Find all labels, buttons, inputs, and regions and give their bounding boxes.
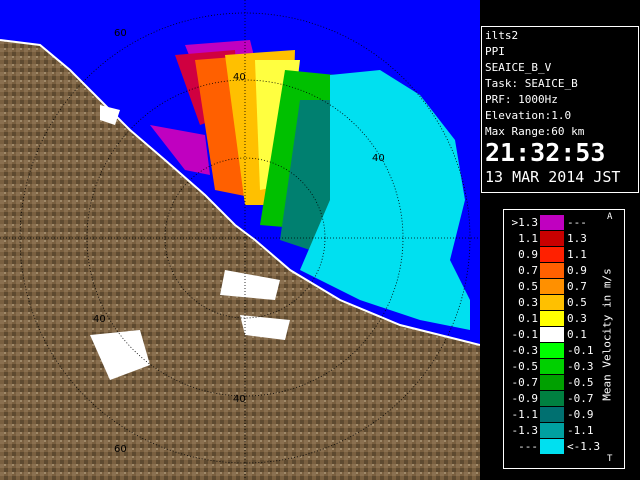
legend-bottom-marker: T bbox=[607, 454, 613, 464]
legend-upper-bound: 0.9 bbox=[567, 264, 587, 277]
scan-name: SEAICE_B_V bbox=[485, 61, 552, 74]
radar-map: 60 40 40 40 40 60 bbox=[0, 0, 480, 480]
legend-lower-bound: >1.3 bbox=[511, 216, 539, 229]
legend-top-marker: A bbox=[607, 212, 613, 222]
legend-swatch bbox=[540, 279, 564, 294]
legend-lower-bound: 0.5 bbox=[518, 280, 538, 293]
legend-swatch bbox=[540, 391, 564, 406]
legend-lower-bound: 0.1 bbox=[518, 312, 538, 325]
station-name: ilts2 bbox=[485, 29, 519, 42]
legend-swatch bbox=[540, 343, 564, 358]
legend-upper-bound: -1.1 bbox=[567, 424, 594, 437]
legend-lower-bound: -0.3 bbox=[511, 344, 539, 357]
legend-upper-bound: --- bbox=[567, 216, 587, 229]
range-label-40-s: 40 bbox=[233, 394, 246, 405]
scan-time: 21:32:53 bbox=[485, 138, 606, 167]
legend-upper-bound: -0.1 bbox=[567, 344, 594, 357]
legend-lower-bound: 0.9 bbox=[518, 248, 538, 261]
legend-lower-bound: 0.3 bbox=[518, 296, 538, 309]
legend-upper-bound: 0.1 bbox=[567, 328, 587, 341]
max-range-value: Max Range:60 km bbox=[485, 125, 585, 138]
legend-swatch bbox=[540, 311, 564, 326]
radar-ppi-view[interactable]: 60 40 40 40 40 60 bbox=[0, 0, 480, 480]
legend-swatch bbox=[540, 215, 564, 230]
legend-swatch bbox=[540, 375, 564, 390]
legend-swatch bbox=[540, 439, 564, 454]
range-label-40-e: 40 bbox=[372, 153, 385, 164]
legend-lower-bound: 1.1 bbox=[518, 232, 538, 245]
legend-title-text: Mean Velocity in m/s bbox=[600, 268, 614, 401]
legend-lower-bound: 0.7 bbox=[518, 264, 538, 277]
legend-swatch bbox=[540, 231, 564, 246]
product-type: PPI bbox=[485, 45, 505, 58]
legend-upper-bound: -0.9 bbox=[567, 408, 594, 421]
scan-date: 13 MAR 2014 JST bbox=[485, 168, 621, 186]
velocity-legend: >1.3 --- 1.1 1.3 0.9 1.1 0.7 0.9 0.5 0.7 0.3 0.5 0.1… bbox=[503, 209, 625, 469]
legend-swatch bbox=[540, 295, 564, 310]
legend-lower-bound: --- bbox=[518, 440, 538, 453]
legend-upper-bound: 1.3 bbox=[567, 232, 587, 245]
elevation-value: Elevation:1.0 bbox=[485, 109, 572, 122]
legend-upper-bound: -0.5 bbox=[567, 376, 594, 389]
range-label-60-sw: 60 bbox=[114, 444, 127, 455]
legend-upper-bound: <-1.3 bbox=[567, 440, 601, 453]
legend-upper-bound: 0.5 bbox=[567, 296, 587, 309]
legend-upper-bound: 1.1 bbox=[567, 248, 587, 261]
legend-swatch bbox=[540, 423, 564, 438]
legend-swatch bbox=[540, 359, 564, 374]
legend-lower-bound: -0.7 bbox=[511, 376, 539, 389]
legend-upper-bound: 0.7 bbox=[567, 280, 587, 293]
prf-value: PRF: 1000Hz bbox=[485, 93, 558, 106]
legend-upper-bound: -0.7 bbox=[567, 392, 594, 405]
range-label-40-w: 40 bbox=[93, 314, 106, 325]
legend-lower-bound: -0.1 bbox=[511, 328, 539, 341]
range-label-60-nw: 60 bbox=[114, 28, 127, 39]
legend-swatch bbox=[540, 247, 564, 262]
legend-upper-bound: 0.3 bbox=[567, 312, 587, 325]
scan-info-panel: ilts2 PPI SEAICE_B_V Task: SEAICE_B PRF:… bbox=[481, 26, 639, 193]
legend-lower-bound: -0.5 bbox=[511, 360, 539, 373]
legend-swatch bbox=[540, 327, 564, 342]
legend-swatch bbox=[540, 263, 564, 278]
legend-lower-bound: -1.1 bbox=[511, 408, 539, 421]
legend-lower-bound: -0.9 bbox=[511, 392, 539, 405]
task-name: Task: SEAICE_B bbox=[485, 77, 578, 90]
range-label-40-n: 40 bbox=[233, 72, 246, 83]
legend-title: Mean Velocity in m/s bbox=[599, 216, 615, 456]
legend-swatch bbox=[540, 407, 564, 422]
legend-lower-bound: -1.3 bbox=[511, 424, 539, 437]
legend-upper-bound: -0.3 bbox=[567, 360, 594, 373]
